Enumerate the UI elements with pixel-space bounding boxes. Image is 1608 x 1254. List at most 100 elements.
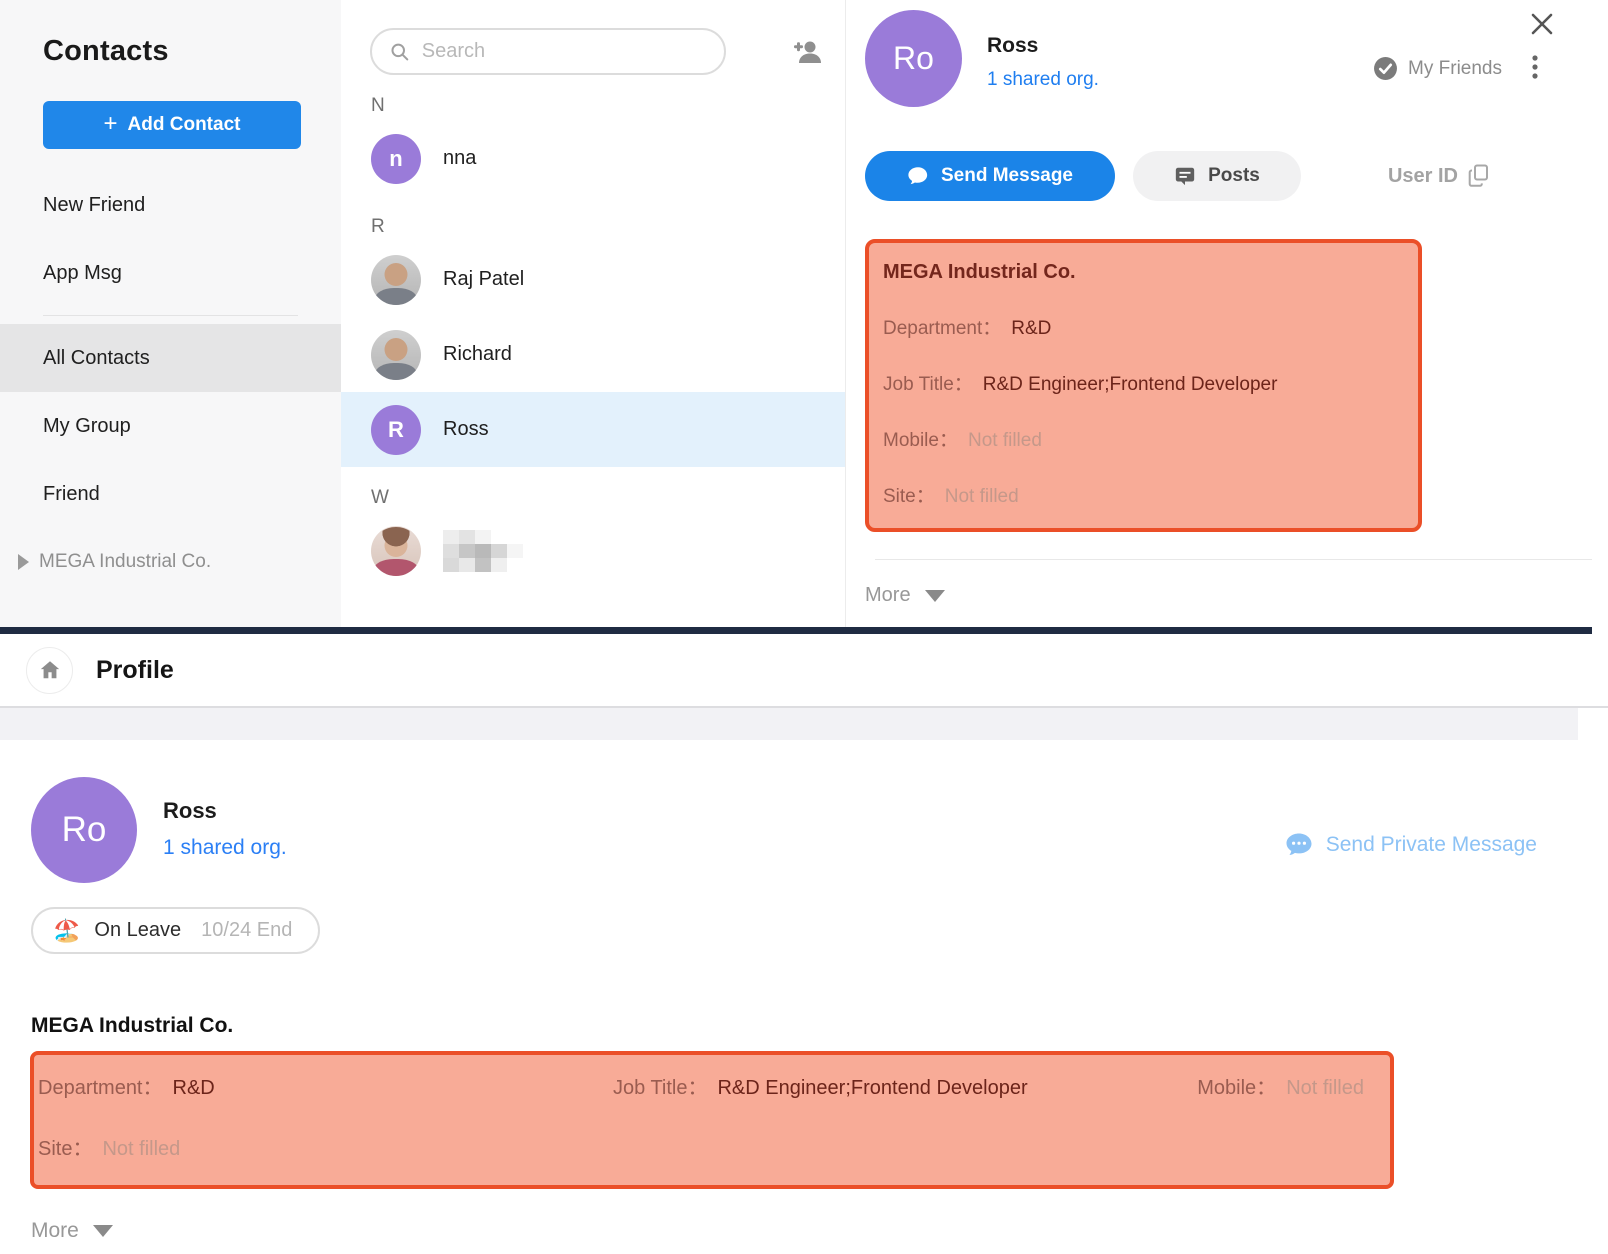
field-mobile: Mobile： Not filled bbox=[1197, 1071, 1364, 1100]
search-row bbox=[341, 0, 845, 75]
posts-icon bbox=[1174, 165, 1196, 187]
avatar: Ro bbox=[31, 777, 137, 883]
shared-org-link[interactable]: 1 shared org. bbox=[163, 836, 287, 860]
field-label: Department： bbox=[883, 313, 1001, 340]
toolbar-band bbox=[0, 708, 1578, 740]
copy-icon bbox=[1468, 164, 1490, 188]
more-label: More bbox=[31, 1219, 79, 1243]
contacts-window: Contacts + Add Contact New Friend App Ms… bbox=[0, 0, 1608, 627]
field-mobile: Mobile： Not filled bbox=[883, 425, 1404, 452]
redacted-name bbox=[443, 530, 523, 572]
sidebar-item-app-msg[interactable]: App Msg bbox=[43, 239, 341, 307]
detail-actions: Send Message Posts User ID bbox=[865, 151, 1608, 201]
send-message-button[interactable]: Send Message bbox=[865, 151, 1115, 201]
sidebar-item-friend[interactable]: Friend bbox=[43, 460, 341, 528]
sidebar-item-label: App Msg bbox=[43, 262, 122, 285]
field-job-title: Job Title： R&D Engineer;Frontend Develop… bbox=[883, 369, 1404, 396]
page-title: Contacts bbox=[43, 35, 341, 68]
check-badge-icon bbox=[1373, 56, 1398, 81]
contact-detail-panel: My Friends Ro Ross 1 shared org. bbox=[845, 0, 1608, 627]
field-value: Not filled bbox=[1286, 1077, 1364, 1100]
status-detail: 10/24 End bbox=[201, 919, 292, 942]
add-contact-button[interactable]: + Add Contact bbox=[43, 101, 301, 149]
more-label: More bbox=[865, 584, 911, 607]
contact-name: Raj Patel bbox=[443, 268, 524, 291]
sidebar-item-all-contacts[interactable]: All Contacts bbox=[0, 324, 341, 392]
field-label: Site： bbox=[883, 481, 935, 508]
field-value: R&D Engineer;Frontend Developer bbox=[983, 374, 1278, 396]
company-name: MEGA Industrial Co. bbox=[31, 1014, 1608, 1038]
contact-name: nna bbox=[443, 147, 476, 170]
add-contact-label: Add Contact bbox=[128, 114, 241, 136]
user-id-label: User ID bbox=[1388, 165, 1458, 188]
plus-icon: + bbox=[104, 110, 118, 138]
profile-name: Ross bbox=[163, 798, 287, 824]
field-department: Department： R&D bbox=[883, 313, 1404, 340]
sidebar-item-label: New Friend bbox=[43, 194, 145, 217]
field-value: Not filled bbox=[968, 430, 1042, 452]
avatar: R bbox=[371, 405, 421, 455]
sidebar-item-new-friend[interactable]: New Friend bbox=[43, 171, 341, 239]
search-box[interactable] bbox=[370, 28, 726, 75]
field-value: Not filled bbox=[102, 1138, 180, 1161]
avatar bbox=[371, 526, 421, 576]
posts-label: Posts bbox=[1208, 165, 1260, 187]
chevron-down-icon bbox=[925, 590, 945, 602]
more-toggle[interactable]: More bbox=[865, 584, 1608, 607]
status-label: On Leave bbox=[94, 919, 181, 942]
field-label: Mobile： bbox=[1197, 1071, 1276, 1100]
sidebar-item-label: Friend bbox=[43, 483, 100, 506]
profile-header: Profile bbox=[0, 634, 1608, 708]
search-icon bbox=[390, 41, 410, 63]
send-private-message-link[interactable]: Send Private Message bbox=[1285, 832, 1537, 858]
shared-org-link[interactable]: 1 shared org. bbox=[987, 69, 1099, 91]
kebab-menu-icon[interactable] bbox=[1532, 54, 1538, 82]
contacts-app: Contacts + Add Contact New Friend App Ms… bbox=[0, 0, 1608, 1254]
field-label: Department： bbox=[38, 1071, 163, 1100]
chat-dots-icon bbox=[1285, 832, 1313, 858]
field-label: Job Title： bbox=[883, 369, 973, 396]
avatar: Ro bbox=[865, 10, 962, 107]
user-id-copy[interactable]: User ID bbox=[1388, 164, 1490, 188]
contact-row-ross[interactable]: R Ross bbox=[341, 392, 845, 467]
window-divider bbox=[0, 627, 1592, 634]
add-friend-icon[interactable] bbox=[793, 39, 823, 65]
close-icon[interactable] bbox=[1528, 10, 1556, 43]
profile-window: Profile Send Private Message Ro Ross 1 s… bbox=[0, 627, 1608, 1254]
send-private-message-label: Send Private Message bbox=[1326, 833, 1537, 857]
contact-row-raj-patel[interactable]: Raj Patel bbox=[341, 242, 845, 317]
profile-content: Send Private Message Ro Ross 1 shared or… bbox=[0, 777, 1608, 1243]
field-label: Job Title： bbox=[613, 1071, 707, 1100]
more-toggle[interactable]: More bbox=[31, 1219, 1608, 1243]
field-value: Not filled bbox=[945, 486, 1019, 508]
send-message-label: Send Message bbox=[941, 165, 1073, 187]
search-input[interactable] bbox=[422, 40, 706, 63]
contact-row-nna[interactable]: n nna bbox=[341, 121, 845, 196]
contact-detail-name: Ross bbox=[987, 34, 1099, 58]
home-icon bbox=[39, 659, 61, 681]
section-letter: W bbox=[341, 487, 845, 513]
org-info-card-highlighted: MEGA Industrial Co. Department： R&D Job … bbox=[865, 239, 1422, 532]
section-letter: N bbox=[341, 95, 845, 121]
contact-row-richard[interactable]: Richard bbox=[341, 317, 845, 392]
contact-row-redacted[interactable] bbox=[341, 513, 845, 588]
posts-button[interactable]: Posts bbox=[1133, 151, 1301, 201]
company-name: MEGA Industrial Co. bbox=[883, 261, 1404, 284]
sidebar-item-label: My Group bbox=[43, 415, 131, 438]
field-value: R&D bbox=[1011, 318, 1051, 340]
field-label: Site： bbox=[38, 1132, 92, 1161]
sidebar-item-org-mega-industrial[interactable]: MEGA Industrial Co. bbox=[18, 542, 341, 582]
field-department: Department： R&D bbox=[38, 1071, 215, 1100]
field-site: Site： Not filled bbox=[883, 481, 1404, 508]
status-badge: 🏖️ On Leave 10/24 End bbox=[31, 907, 320, 954]
beach-umbrella-icon: 🏖️ bbox=[53, 918, 80, 944]
sidebar: Contacts + Add Contact New Friend App Ms… bbox=[0, 0, 341, 627]
sidebar-nav: New Friend App Msg All Contacts My Group… bbox=[43, 171, 341, 582]
field-label: Mobile： bbox=[883, 425, 958, 452]
field-site: Site： Not filled bbox=[38, 1132, 1380, 1161]
avatar bbox=[371, 330, 421, 380]
field-value: R&D bbox=[173, 1077, 215, 1100]
contact-name: Ross bbox=[443, 418, 489, 441]
home-button[interactable] bbox=[26, 647, 73, 694]
sidebar-item-my-group[interactable]: My Group bbox=[43, 392, 341, 460]
